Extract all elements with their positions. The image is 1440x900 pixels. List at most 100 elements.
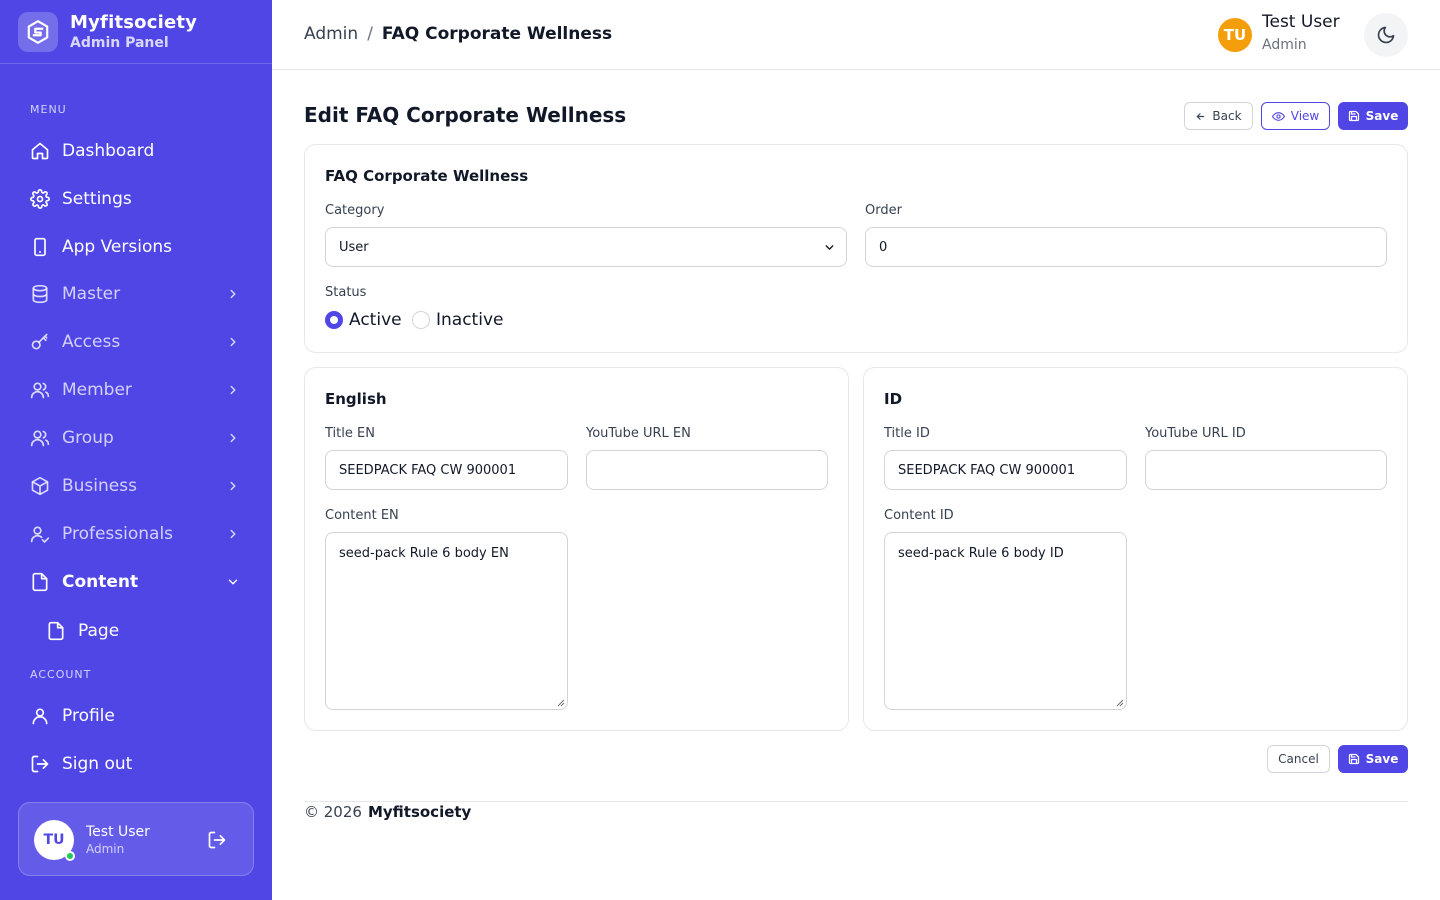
youtube-url-id-label: YouTube URL ID (1145, 426, 1246, 441)
cancel-button-label: Cancel (1278, 752, 1319, 766)
indonesian-card: ID Title ID SEEDPACK FAQ CW 900001 YouTu… (863, 367, 1408, 731)
header-user-name: Test User (1262, 12, 1340, 32)
title-id-input[interactable]: SEEDPACK FAQ CW 900001 (884, 450, 1127, 490)
sidebar-item-group[interactable]: Group (0, 418, 272, 458)
save-icon (1348, 753, 1359, 765)
sidebar-item-label: Page (78, 621, 120, 641)
save-button-bottom[interactable]: Save (1338, 745, 1408, 773)
card-title: FAQ Corporate Wellness (325, 167, 529, 185)
sidebar-item-label: Access (62, 332, 121, 352)
back-button[interactable]: Back (1184, 102, 1253, 130)
menu-section-label: MENU (30, 103, 67, 116)
sidebar-item-professionals[interactable]: Professionals (0, 514, 272, 554)
user-icon (30, 706, 50, 726)
chevron-right-icon (230, 289, 236, 299)
database-icon (30, 284, 50, 304)
sidebar-item-label: App Versions (62, 237, 172, 257)
avatar[interactable]: TU (1218, 18, 1252, 52)
title-id-value: SEEDPACK FAQ CW 900001 (898, 462, 1076, 478)
page-title: Edit FAQ Corporate Wellness (304, 103, 627, 127)
category-select-value: User (339, 239, 369, 255)
sidebar-item-member[interactable]: Member (0, 370, 272, 410)
brand-logo-icon (18, 11, 58, 52)
header-user-role: Admin (1262, 37, 1307, 53)
sidebar-item-dashboard[interactable]: Dashboard (0, 131, 272, 171)
status-active-label[interactable]: Active (349, 310, 402, 330)
content-id-value: seed-pack Rule 6 body ID (898, 546, 1064, 561)
theme-toggle-button[interactable] (1364, 13, 1408, 57)
sidebar-item-app-versions[interactable]: App Versions (0, 227, 272, 267)
view-button-label: View (1290, 109, 1320, 123)
content-en-value: seed-pack Rule 6 body EN (339, 546, 509, 561)
chevron-right-icon (230, 433, 236, 443)
save-icon (1348, 110, 1359, 122)
moon-icon (1377, 26, 1395, 44)
content-en-label: Content EN (325, 508, 399, 523)
user-check-icon (30, 524, 50, 544)
breadcrumb-admin[interactable]: Admin (304, 24, 358, 44)
status-inactive-radio[interactable] (412, 311, 430, 329)
sidebar-item-label: Member (62, 380, 132, 400)
footer: © 2026 Myfitsociety (304, 803, 471, 821)
order-label: Order (865, 203, 902, 218)
chevron-right-icon (230, 481, 236, 491)
faq-general-card: FAQ Corporate Wellness Category User Ord… (304, 144, 1408, 353)
sidebar-item-label: Group (62, 428, 114, 448)
chevron-right-icon (230, 385, 236, 395)
content-id-textarea[interactable]: seed-pack Rule 6 body ID (884, 532, 1127, 710)
sidebar-item-label: Master (62, 284, 121, 304)
eye-icon (1271, 111, 1285, 121)
resize-grip-icon[interactable] (557, 699, 565, 707)
sidebar-item-sign-out[interactable]: Sign out (0, 744, 272, 784)
status-inactive-label[interactable]: Inactive (436, 310, 503, 330)
card-title: English (325, 390, 387, 408)
sidebar-item-profile[interactable]: Profile (0, 696, 272, 736)
back-button-label: Back (1212, 109, 1242, 123)
sidebar-item-settings[interactable]: Settings (0, 179, 272, 219)
arrow-left-icon (1197, 112, 1205, 120)
chevron-right-icon (230, 337, 236, 347)
account-section-label: ACCOUNT (30, 668, 92, 681)
title-id-label: Title ID (884, 426, 930, 441)
sidebar-item-label: Settings (62, 189, 132, 209)
resize-grip-icon[interactable] (1116, 699, 1124, 707)
title-en-input[interactable]: SEEDPACK FAQ CW 900001 (325, 450, 568, 490)
sidebar-item-business[interactable]: Business (0, 466, 272, 506)
smartphone-icon (30, 237, 50, 257)
sidebar-item-label: Business (62, 476, 137, 496)
save-button[interactable]: Save (1338, 102, 1408, 130)
breadcrumb-current: FAQ Corporate Wellness (381, 24, 613, 44)
cancel-button[interactable]: Cancel (1267, 745, 1330, 773)
youtube-url-id-input[interactable] (1145, 450, 1387, 490)
sidebar-item-content[interactable]: Content (0, 562, 272, 602)
order-input-value: 0 (879, 239, 888, 255)
footer-divider (304, 801, 1408, 802)
sidebar-item-label: Professionals (62, 524, 174, 544)
sidebar: Myfitsociety Admin Panel MENU Dashboard … (0, 0, 272, 900)
youtube-url-en-input[interactable] (586, 450, 828, 490)
sidebar-user-card[interactable]: TU Test User Admin (18, 802, 254, 876)
save-button-label: Save (1365, 109, 1399, 123)
user-role: Admin (86, 842, 125, 856)
brand-subtitle: Admin Panel (70, 34, 169, 51)
online-status-dot (65, 851, 75, 861)
sidebar-item-access[interactable]: Access (0, 322, 272, 362)
user-name: Test User (86, 824, 150, 840)
brand[interactable]: Myfitsociety Admin Panel (0, 0, 272, 64)
box-icon (30, 476, 50, 496)
key-icon (30, 332, 50, 352)
sidebar-item-master[interactable]: Master (0, 274, 272, 314)
logout-icon[interactable] (207, 830, 227, 850)
save-button-label: Save (1365, 752, 1399, 766)
footer-brand: Myfitsociety (367, 803, 472, 821)
status-label: Status (325, 285, 367, 300)
category-select[interactable]: User (325, 227, 847, 267)
order-input[interactable]: 0 (865, 227, 1387, 267)
sidebar-item-label: Content (62, 572, 139, 592)
sidebar-item-page[interactable]: Page (0, 611, 272, 651)
breadcrumb: Admin / FAQ Corporate Wellness (304, 24, 612, 44)
view-button[interactable]: View (1261, 102, 1330, 130)
status-active-radio[interactable] (325, 311, 343, 329)
content-en-textarea[interactable]: seed-pack Rule 6 body EN (325, 532, 568, 710)
category-label: Category (325, 203, 385, 218)
